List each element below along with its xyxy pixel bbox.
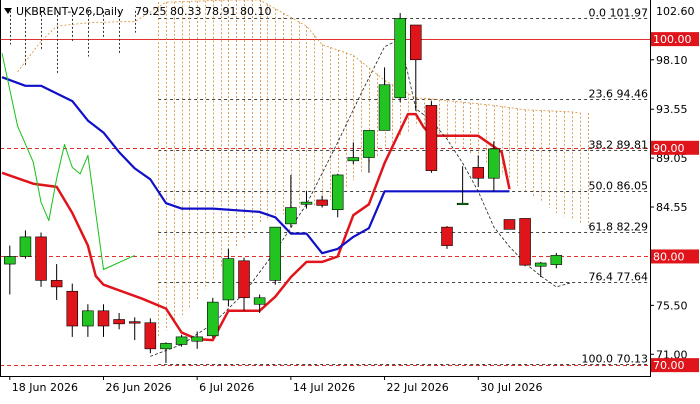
candle-body-4[interactable]: [66, 290, 79, 327]
y-tick-label-0: 98.10: [656, 54, 688, 67]
symbol-timeframe-label: UKBRENT-V26,Daily: [16, 5, 124, 18]
fib-label-2: 38.2 89.81: [589, 139, 648, 152]
fib-label-1: 23.6 94.46: [589, 88, 648, 101]
price-badge-label-1: 100.00: [653, 33, 692, 46]
candle-body-5[interactable]: [82, 310, 94, 327]
candle-body-23[interactable]: [363, 130, 375, 158]
candle-body-33[interactable]: [519, 218, 531, 266]
x-tick-label-1: 26 Jun 2026: [105, 381, 171, 394]
candle-body-18[interactable]: [285, 207, 297, 225]
candle-body-26[interactable]: [410, 24, 422, 61]
candle-body-34[interactable]: [534, 262, 547, 267]
candle-body-25[interactable]: [394, 18, 406, 99]
candle-body-16[interactable]: [253, 297, 266, 305]
price-badge-label-3: 80.00: [653, 250, 685, 263]
ohlc-values-label: 79.25 80.33 78.91 80.10: [135, 5, 271, 18]
candle-body-2[interactable]: [35, 236, 47, 281]
candle-body-32[interactable]: [503, 219, 516, 230]
fib-label-4: 61.8 82.29: [589, 221, 648, 234]
y-tick-label-3: 84.55: [656, 201, 688, 214]
x-tick-label-0: 18 Jun 2026: [12, 381, 78, 394]
candle-body-9[interactable]: [144, 322, 157, 350]
candle-body-15[interactable]: [238, 260, 250, 299]
candle-body-31[interactable]: [488, 148, 500, 179]
price-badge-label-0: 102.60: [656, 5, 695, 18]
candle-body-21[interactable]: [331, 174, 344, 211]
candle-body-7[interactable]: [113, 319, 125, 325]
candle-body-17[interactable]: [269, 226, 282, 281]
x-tick-label-2: 6 Jul 2026: [199, 381, 254, 394]
fib-label-0: 0.0 101.97: [589, 7, 648, 20]
chart-background: [0, 0, 700, 400]
fib-label-5: 76.4 77.64: [589, 271, 648, 284]
candle-body-28[interactable]: [441, 226, 453, 246]
candle-body-22[interactable]: [347, 157, 360, 162]
candle-body-19[interactable]: [300, 201, 313, 205]
candle-body-8[interactable]: [128, 321, 141, 324]
chart-header: UKBRENT-V26,Daily 79.25 80.33 78.91 80.1…: [4, 5, 271, 18]
candle-body-10[interactable]: [160, 343, 172, 350]
candle-body-14[interactable]: [222, 258, 235, 301]
fib-label-6: 100.0 70.13: [582, 353, 648, 366]
candle-body-12[interactable]: [191, 336, 203, 342]
x-tick-label-4: 22 Jul 2026: [387, 381, 449, 394]
candle-body-29[interactable]: [456, 202, 469, 206]
candle-body-20[interactable]: [316, 199, 328, 206]
candle-body-11[interactable]: [175, 336, 188, 345]
price-badge-label-4: 70.00: [653, 359, 685, 372]
candle-body-3[interactable]: [50, 280, 63, 288]
y-tick-label-4: 75.50: [656, 299, 688, 312]
price-badge-label-2: 90.00: [653, 142, 685, 155]
candle-body-6[interactable]: [97, 310, 110, 327]
candle-body-30[interactable]: [472, 167, 485, 179]
x-tick-label-5: 30 Jul 2026: [480, 381, 542, 394]
candle-body-35[interactable]: [550, 255, 563, 265]
price-chart[interactable]: 0.0 101.97 23.6 94.46 38.2 89.81 50.0 86.05…: [0, 0, 700, 400]
fib-label-3: 50.0 86.05: [589, 180, 648, 193]
candle-body-24[interactable]: [378, 84, 391, 131]
y-tick-label-1: 93.55: [656, 103, 688, 116]
candle-body-1[interactable]: [19, 236, 32, 257]
chart-container: 0.0 101.97 23.6 94.46 38.2 89.81 50.0 86.05…: [0, 0, 700, 400]
candle-body-0[interactable]: [4, 256, 16, 265]
candle-body-13[interactable]: [207, 301, 219, 337]
candle-body-27[interactable]: [425, 105, 438, 171]
x-tick-label-3: 14 Jul 2026: [293, 381, 355, 394]
